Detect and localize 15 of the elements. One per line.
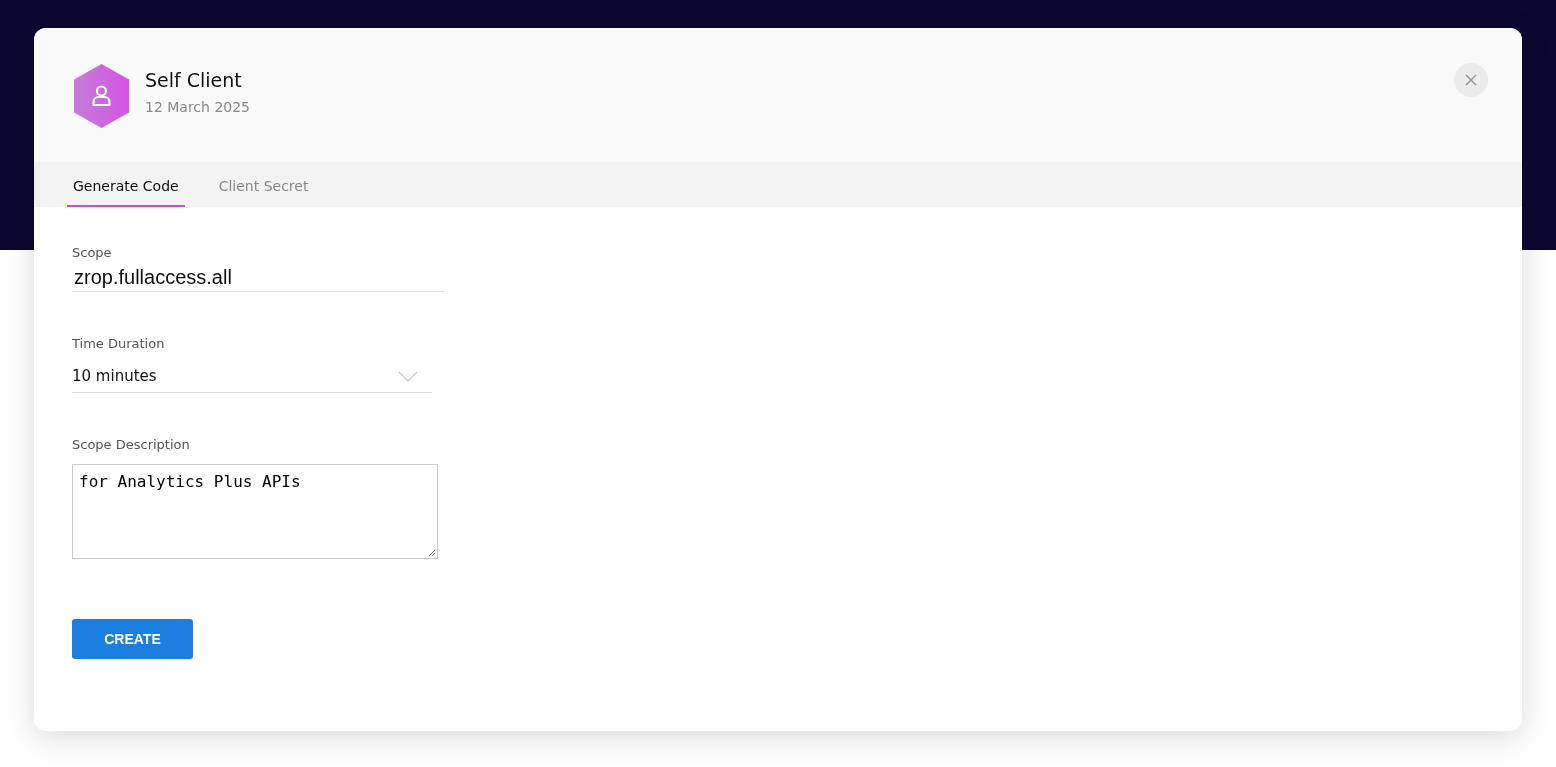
resize-grip-icon[interactable] bbox=[428, 549, 436, 557]
user-hexagon-icon bbox=[72, 63, 131, 129]
client-title: Self Client bbox=[145, 69, 243, 91]
tab[interactable]: Generate Code bbox=[67, 162, 185, 207]
close-button[interactable] bbox=[1454, 63, 1488, 97]
field-label: Scope bbox=[72, 245, 113, 260]
create-button[interactable]: CREATE bbox=[72, 619, 193, 659]
created-date: 12 March 2025 bbox=[145, 99, 252, 115]
description-textarea[interactable]: for Analytics Plus APIs bbox=[72, 464, 438, 559]
chevron-down-icon bbox=[398, 370, 418, 382]
scope-field[interactable]: zrop.fullaccess.all bbox=[72, 264, 444, 292]
duration-dropdown[interactable]: 10 minutes bbox=[72, 367, 432, 393]
close-icon bbox=[1465, 74, 1477, 86]
field-label: Scope Description bbox=[72, 437, 191, 452]
field-label: Time Duration bbox=[72, 336, 166, 351]
